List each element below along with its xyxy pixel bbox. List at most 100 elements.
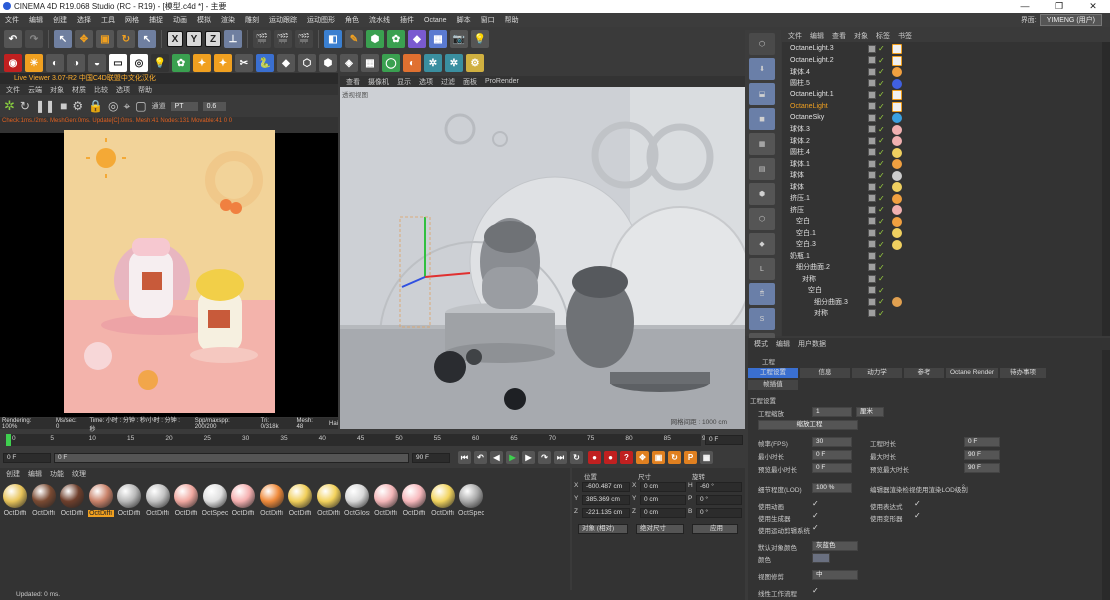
object-row[interactable]: 挤压.1 ✓ [782, 193, 1110, 205]
material-swatch[interactable]: OctGloss [344, 484, 370, 517]
material-swatch[interactable]: OctDiffi [287, 484, 313, 517]
keyframe-selection-icon[interactable]: ? [620, 451, 633, 464]
enable-check-icon[interactable]: ✓ [878, 67, 885, 76]
vp-menu-filter[interactable]: 过滤 [441, 77, 455, 87]
edge-mode-icon[interactable]: ⬡ [749, 208, 775, 230]
cloner-icon[interactable]: ✿ [387, 30, 405, 48]
om-menu-tags[interactable]: 标签 [876, 31, 890, 41]
material-tag-icon[interactable] [892, 136, 902, 146]
object-row[interactable]: OctaneLight.1 ✓ [782, 89, 1110, 101]
attr-menu-edit[interactable]: 编辑 [776, 339, 790, 349]
use-generator-checkbox[interactable]: ✓ [812, 511, 819, 520]
visibility-toggle[interactable] [868, 240, 876, 249]
restart-icon[interactable]: ↻ [20, 99, 30, 113]
visibility-toggle[interactable] [868, 205, 876, 214]
enable-check-icon[interactable]: ✓ [878, 297, 885, 306]
rotation-field[interactable]: 0 ° [696, 508, 742, 518]
enable-check-icon[interactable]: ✓ [878, 136, 885, 145]
tab-frame-interpolation[interactable]: 帧插值 [748, 380, 798, 390]
tab-dynamics[interactable]: 动力学 [852, 368, 902, 378]
settings-gear-icon[interactable]: ⚙ [72, 99, 83, 113]
vp-menu-options[interactable]: 选项 [419, 77, 433, 87]
visibility-toggle[interactable] [868, 182, 876, 191]
key-param-icon[interactable]: P [684, 451, 697, 464]
octane-vdb-icon[interactable]: ✦ [193, 54, 211, 72]
object-row[interactable]: 细分曲面.3 ✓ [782, 296, 1110, 308]
prev-key-icon[interactable]: ↶ [474, 451, 487, 464]
enable-check-icon[interactable]: ✓ [878, 125, 885, 134]
start-frame-field[interactable]: 0 F [3, 453, 51, 463]
visibility-toggle[interactable] [868, 251, 876, 260]
lv-menu-material[interactable]: 材质 [72, 85, 86, 95]
object-row[interactable]: 球体 ✓ [782, 170, 1110, 182]
workplane-icon[interactable]: ▤ [749, 158, 775, 180]
material-swatch[interactable]: OctDiffi [316, 484, 342, 517]
preview-range-slider[interactable]: 0 F [54, 453, 409, 463]
visibility-toggle[interactable] [868, 56, 876, 65]
menu-character[interactable]: 角色 [340, 15, 364, 25]
visibility-toggle[interactable] [868, 125, 876, 134]
menu-create[interactable]: 创建 [48, 15, 72, 25]
enable-check-icon[interactable]: ✓ [878, 171, 885, 180]
size-mode-select[interactable]: 绝对尺寸 [636, 524, 684, 534]
octane-tool-icon[interactable]: ✂ [235, 54, 253, 72]
deformer-icon[interactable]: ◆ [408, 30, 426, 48]
octane-sun-icon[interactable]: ☀ [25, 54, 43, 72]
om-menu-view[interactable]: 查看 [832, 31, 846, 41]
material-tag-icon[interactable] [892, 55, 902, 66]
octane-texture-icon[interactable]: ◐ [403, 54, 421, 72]
object-color-select[interactable]: 灰蓝色 [812, 541, 858, 551]
scale-icon[interactable]: ▣ [96, 30, 114, 48]
object-row[interactable]: OctaneLight.2 ✓ [782, 55, 1110, 67]
lv-menu-objects[interactable]: 对象 [50, 85, 64, 95]
texture-axis-icon[interactable]: ▦ [749, 133, 775, 155]
visibility-toggle[interactable] [868, 159, 876, 168]
enable-check-icon[interactable]: ✓ [878, 90, 885, 99]
object-row[interactable]: 球体.2 ✓ [782, 135, 1110, 147]
material-tag-icon[interactable] [892, 124, 902, 135]
material-tag-icon[interactable] [892, 159, 902, 169]
mm-menu-edit[interactable]: 编辑 [28, 469, 42, 479]
octane-material-icon[interactable]: ◆ [277, 54, 295, 72]
tweak-mode-icon[interactable]: 🖱 [749, 283, 775, 305]
enable-check-icon[interactable]: ✓ [878, 182, 885, 191]
object-row[interactable]: OctaneLight.3 ✓ [782, 43, 1110, 55]
enable-check-icon[interactable]: ✓ [878, 251, 885, 260]
lv-menu-file[interactable]: 文件 [6, 85, 20, 95]
menu-sculpt[interactable]: 雕刻 [240, 15, 264, 25]
visibility-toggle[interactable] [868, 171, 876, 180]
goto-start-icon[interactable]: ⏮ [458, 451, 471, 464]
material-tag-icon[interactable] [892, 113, 902, 123]
rotate-icon[interactable]: ↻ [117, 30, 135, 48]
visibility-toggle[interactable] [868, 217, 876, 226]
vp-menu-view[interactable]: 查看 [346, 77, 360, 87]
visibility-toggle[interactable] [868, 136, 876, 145]
object-row[interactable]: 对称 ✓ [782, 273, 1110, 285]
key-scale-icon[interactable]: ▣ [652, 451, 665, 464]
visibility-toggle[interactable] [868, 44, 876, 53]
octane-fog-icon[interactable]: ✦ [214, 54, 232, 72]
menu-plugins[interactable]: 插件 [395, 15, 419, 25]
next-key-icon[interactable]: ↷ [538, 451, 551, 464]
use-deformer-checkbox[interactable]: ✓ [914, 511, 921, 520]
material-swatch[interactable]: OctDiffi [373, 484, 399, 517]
material-swatch[interactable]: OctDiffi [31, 484, 57, 517]
enable-check-icon[interactable]: ✓ [878, 228, 885, 237]
polygon-mode-icon[interactable]: ◆ [749, 233, 775, 255]
material-tag-icon[interactable] [892, 228, 902, 238]
loop-icon[interactable]: ↻ [570, 451, 583, 464]
octane-object-icon[interactable]: ⬢ [319, 54, 337, 72]
timeline-ruler[interactable] [6, 434, 701, 446]
material-tag-icon[interactable] [892, 147, 902, 158]
pick-icon[interactable]: ⌖ [124, 99, 131, 114]
coord-mode-select[interactable]: 对象 (相对) [578, 524, 628, 534]
vp-menu-display[interactable]: 显示 [397, 77, 411, 87]
om-menu-file[interactable]: 文件 [788, 31, 802, 41]
render-value-field[interactable]: 0.6 [202, 101, 227, 111]
object-row[interactable]: 球体.3 ✓ [782, 124, 1110, 136]
project-length-field[interactable]: 0 F [964, 437, 1000, 447]
linear-workflow-checkbox[interactable]: ✓ [812, 586, 819, 595]
material-tag-icon[interactable] [892, 297, 902, 307]
interface-dropdown[interactable]: YIMENG (用户) [1039, 14, 1102, 26]
subdivision-icon[interactable]: ⬢ [366, 30, 384, 48]
